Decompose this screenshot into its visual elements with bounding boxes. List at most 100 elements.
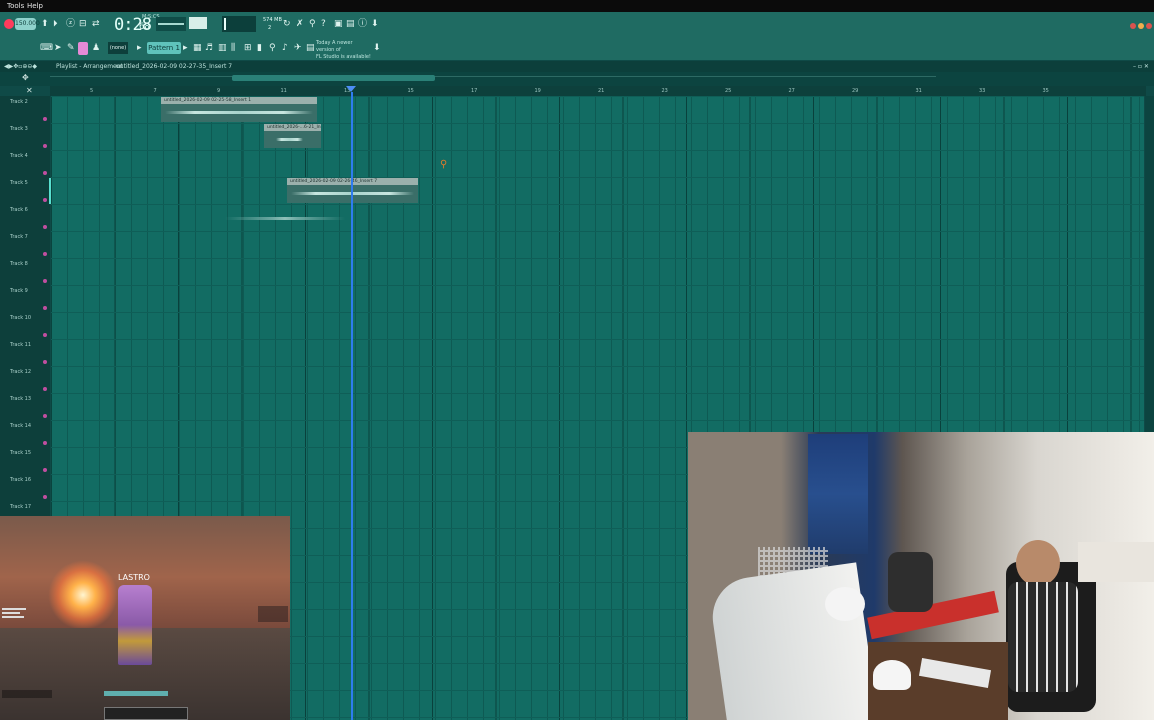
metronome-icon[interactable]: ⬆ [41, 19, 49, 30]
ghost-clip-waveform [225, 217, 345, 220]
mixer-view-icon[interactable]: ⫼ [231, 43, 235, 54]
mixer-icon[interactable]: ✗ [296, 19, 304, 30]
news-icon[interactable]: ▤ [306, 43, 315, 54]
clip-title: untitled_2026-...6-21_Insert 1 [264, 124, 321, 131]
track-mute-indicator[interactable] [43, 495, 47, 499]
keyboard-icon[interactable]: ⌨ [40, 43, 53, 54]
playlist-window-controls[interactable]: – ▫ ✕ [1133, 63, 1149, 70]
playlist-title: Playlist - Arrangement [56, 63, 123, 70]
record-button[interactable] [4, 19, 14, 29]
window-minimize-icon[interactable] [1138, 23, 1144, 29]
playlist-tools-icon[interactable]: ◀▶✥▫⊕⊖◆ [4, 63, 37, 70]
track-mute-indicator[interactable] [43, 198, 47, 202]
plugin-icon[interactable]: ▮ [257, 43, 262, 54]
stamp-icon[interactable]: ♟ [92, 43, 100, 54]
track-label[interactable]: Track 6 [10, 207, 28, 213]
track-label[interactable]: Track 5 [10, 180, 28, 186]
track-label[interactable]: Track 10 [10, 315, 31, 321]
pattern-prev-icon[interactable]: ▸ [137, 43, 142, 54]
song-time-centiseconds: 68 [139, 22, 150, 32]
menu-bar: Tools Help [0, 0, 1154, 12]
track-mute-indicator[interactable] [43, 387, 47, 391]
tempo-tapper-icon[interactable]: ♪ [282, 43, 288, 54]
track-mute-indicator[interactable] [43, 306, 47, 310]
menu-help[interactable]: Help [27, 2, 43, 10]
arrow-icon[interactable]: ➤ [54, 43, 62, 54]
insert-selector[interactable]: (none) [108, 42, 128, 54]
track-label[interactable]: Track 16 [10, 477, 31, 483]
pattern-next-icon[interactable]: ▸ [183, 43, 188, 54]
track-label[interactable]: Track 9 [10, 288, 28, 294]
game-character [118, 585, 152, 665]
ruler-number: 5 [90, 88, 94, 94]
track-label[interactable]: Track 2 [10, 99, 28, 105]
pattern-selector[interactable]: Pattern 1 [147, 42, 181, 54]
update-icon[interactable]: ⬇ [373, 43, 381, 54]
track-label[interactable]: Track 11 [10, 342, 31, 348]
track-mute-indicator[interactable] [43, 468, 47, 472]
webcam-cap [873, 660, 911, 690]
memory-readout: 574 MB [263, 17, 282, 23]
track-label[interactable]: Track 17 [10, 504, 31, 510]
microphone-icon[interactable]: ⚲ [309, 19, 316, 30]
track-mute-indicator[interactable] [43, 441, 47, 445]
ruler-number: 11 [280, 88, 287, 94]
download-icon[interactable]: ⬇ [371, 19, 379, 30]
track-mute-indicator[interactable] [43, 414, 47, 418]
track-label[interactable]: Track 13 [10, 396, 31, 402]
track-label[interactable]: Track 8 [10, 261, 28, 267]
ruler-number: 17 [471, 88, 478, 94]
news-panel[interactable]: Today A newer version of FL Studio is av… [316, 40, 372, 60]
loop-record-icon[interactable]: ⇄ [92, 19, 100, 30]
track-mute-indicator[interactable] [43, 117, 47, 121]
game-chat [2, 690, 52, 698]
track-mute-indicator[interactable] [43, 171, 47, 175]
audio-clip[interactable]: untitled_2026-...6-21_Insert 1 [264, 124, 321, 148]
audio-clip[interactable]: untitled_2026-02-09 02-25-58_Insert 1 [161, 97, 317, 122]
wait-input-icon[interactable]: ⏵ [53, 19, 58, 30]
piano-roll-icon[interactable]: ♬ [205, 43, 213, 54]
pencil-icon[interactable]: ✎ [67, 43, 75, 54]
track-mute-indicator[interactable] [43, 333, 47, 337]
help-icon[interactable]: ? [321, 19, 326, 30]
track-label[interactable]: Track 7 [10, 234, 28, 240]
window-close-icon[interactable] [1130, 23, 1136, 29]
cpu-meter [222, 16, 256, 32]
render-icon[interactable]: ▤ [346, 19, 355, 30]
paint-brush-button[interactable] [78, 42, 88, 55]
scroll-track [50, 76, 936, 77]
track-label[interactable]: Track 15 [10, 450, 31, 456]
channel-rack-icon[interactable]: ▥ [218, 43, 227, 54]
save-icon[interactable]: ▣ [334, 19, 343, 30]
track-mute-indicator[interactable] [43, 279, 47, 283]
menu-tools[interactable]: Tools [7, 2, 24, 10]
dj-icon[interactable]: ✈ [294, 43, 302, 54]
track-mute-indicator[interactable] [43, 225, 47, 229]
track-mute-indicator[interactable] [43, 144, 47, 148]
track-label[interactable]: Track 4 [10, 153, 28, 159]
snap-icon[interactable]: ✥ [22, 73, 29, 82]
countdown-icon[interactable]: ⓩ [66, 19, 75, 30]
browser-icon[interactable]: ⊞ [244, 43, 252, 54]
track-label[interactable]: Track 3 [10, 126, 28, 132]
track-mute-indicator[interactable] [43, 252, 47, 256]
main-volume-slider[interactable] [189, 17, 207, 29]
ruler-number: 35 [1042, 88, 1049, 94]
track-label[interactable]: Track 14 [10, 423, 31, 429]
track-label[interactable]: Track 12 [10, 369, 31, 375]
webcam-chair [888, 552, 933, 612]
tempo-display[interactable]: 150.000 [15, 18, 40, 30]
refresh-icon[interactable]: ↻ [283, 19, 291, 30]
game-player-name: LASTRO [118, 573, 150, 582]
track-mute-indicator[interactable] [43, 360, 47, 364]
window-maximize-icon[interactable] [1146, 23, 1152, 29]
playlist-icon[interactable]: ▦ [193, 43, 202, 54]
playlist-horizontal-scroll[interactable] [0, 72, 1154, 86]
info-icon[interactable]: ⓘ [358, 19, 367, 30]
pin-icon[interactable]: ⚲ [269, 43, 276, 54]
playlist-header: ◀▶✥▫⊕⊖◆ Playlist - Arrangement untitled_… [0, 61, 1154, 72]
scroll-thumb[interactable] [232, 75, 435, 81]
blend-recording-icon[interactable]: ⊟ [79, 19, 87, 30]
game-health-bar [104, 691, 168, 696]
close-track-icon[interactable]: ✕ [26, 86, 33, 95]
